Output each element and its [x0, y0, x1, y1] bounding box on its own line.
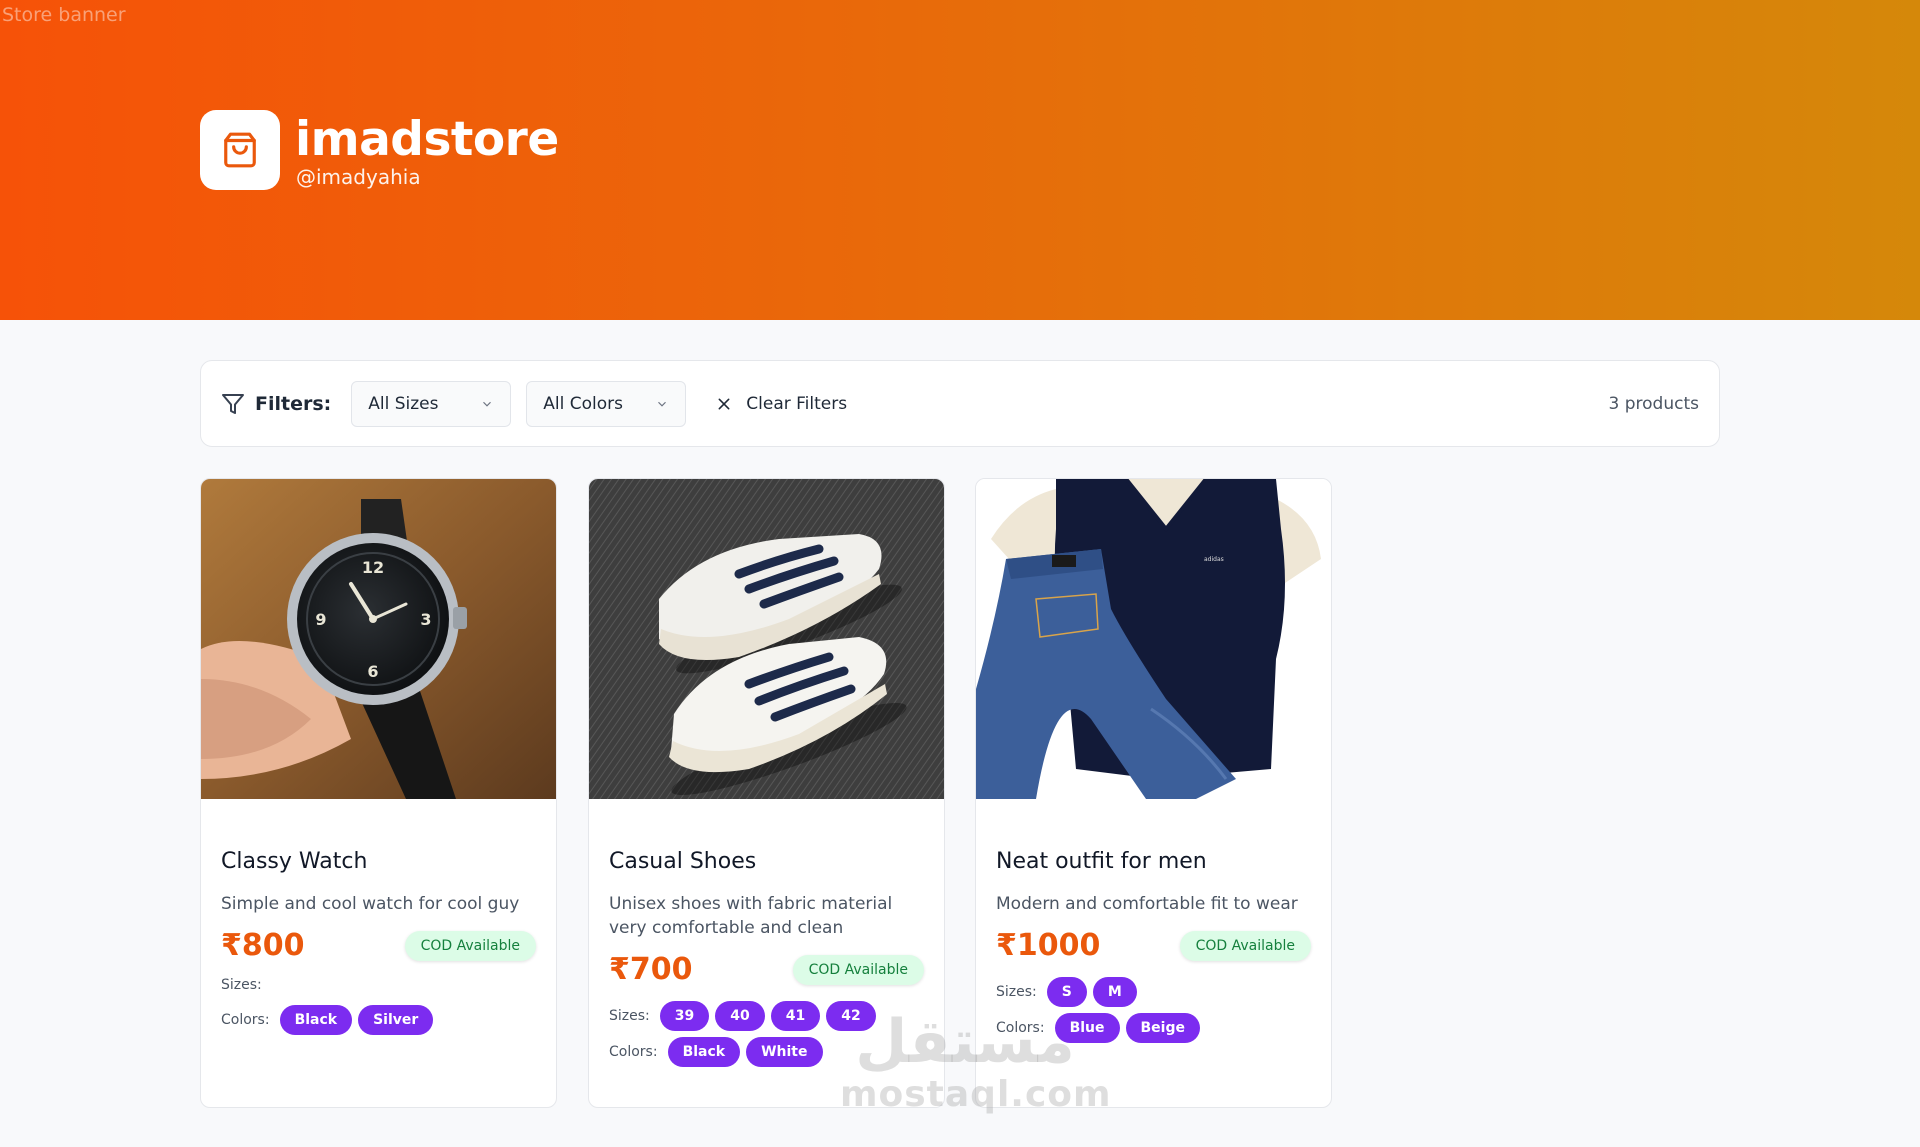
color-chip: Beige — [1125, 1013, 1200, 1043]
store-banner: Store banner imadstore @imadyahia — [0, 0, 1920, 320]
colors-label: Colors: — [609, 1044, 658, 1060]
clear-filters-label: Clear Filters — [746, 393, 848, 414]
colors-label: Colors: — [221, 1012, 270, 1028]
shopping-bag-icon — [224, 132, 256, 168]
size-chip: 41 — [770, 1001, 821, 1031]
store-logo — [200, 110, 280, 190]
sizes-label: Sizes: — [221, 977, 262, 993]
cod-badge: COD Available — [792, 954, 924, 985]
product-image-outfit[interactable]: adidas — [976, 479, 1331, 799]
clear-filters-button[interactable]: Clear Filters — [716, 394, 847, 414]
size-select[interactable]: All Sizes — [351, 380, 512, 427]
product-price: ₹700 — [609, 952, 693, 987]
product-description: Unisex shoes with fabric material very c… — [609, 894, 893, 938]
svg-text:adidas: adidas — [1204, 556, 1224, 563]
product-info: Classy Watch Simple and cool watch for c… — [221, 849, 536, 1035]
product-count: 3 products — [1608, 393, 1699, 414]
chevron-down-icon — [658, 401, 667, 407]
color-chip: White — [746, 1037, 823, 1067]
color-chip: Black — [279, 1005, 353, 1035]
product-title[interactable]: Classy Watch — [221, 849, 536, 874]
cod-badge: COD Available — [1179, 930, 1311, 961]
close-icon — [718, 398, 730, 409]
color-select[interactable]: All Colors — [526, 380, 687, 427]
svg-text:3: 3 — [420, 610, 431, 629]
size-select-value: All Sizes — [368, 393, 439, 414]
filters-heading: Filters: — [221, 392, 331, 416]
filters-label: Filters: — [255, 392, 332, 415]
product-price: ₹800 — [221, 928, 305, 963]
product-price: ₹1000 — [996, 928, 1101, 963]
sizes-label: Sizes: — [996, 984, 1037, 1000]
product-image-shoes[interactable] — [589, 479, 944, 799]
svg-text:12: 12 — [362, 558, 384, 577]
store-handle: @imadyahia — [296, 165, 421, 189]
product-title[interactable]: Casual Shoes — [609, 849, 924, 874]
color-select-value: All Colors — [543, 393, 623, 414]
chevron-down-icon — [483, 401, 492, 407]
product-description: Simple and cool watch for cool guy — [221, 894, 520, 914]
size-chip: 40 — [715, 1001, 765, 1031]
watermark-arabic: مستقل — [855, 1007, 1075, 1077]
watermark: مستقل mostaql.com — [840, 1007, 1112, 1115]
filter-bar: Filters: All Sizes All Colors Clear Filt… — [200, 360, 1720, 447]
product-title[interactable]: Neat outfit for men — [996, 849, 1311, 874]
product-card[interactable]: 12 3 6 9 Classy Watch Simple and cool watch… — [200, 478, 557, 1108]
color-chip: Black — [667, 1037, 741, 1067]
filter-icon — [222, 393, 244, 414]
svg-text:6: 6 — [367, 662, 378, 681]
size-chip: 39 — [659, 1001, 710, 1031]
cod-badge: COD Available — [404, 930, 536, 961]
color-chip: Silver — [358, 1005, 434, 1035]
svg-text:9: 9 — [315, 610, 326, 629]
store-name: imadstore — [295, 112, 559, 167]
banner-alt-text: Store banner — [2, 4, 126, 26]
product-description: Modern and comfortable fit to wear — [996, 894, 1298, 914]
size-chip: M — [1092, 977, 1137, 1007]
product-image-watch[interactable]: 12 3 6 9 — [201, 479, 556, 799]
sizes-label: Sizes: — [609, 1008, 650, 1024]
watermark-latin: mostaql.com — [840, 1074, 1112, 1115]
size-chip: S — [1046, 977, 1087, 1007]
